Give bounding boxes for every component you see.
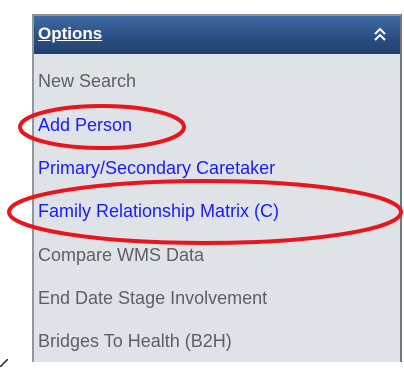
menu-item-family-relationship-matrix[interactable]: Family Relationship Matrix (C)	[38, 200, 279, 222]
menu-item-add-person[interactable]: Add Person	[38, 114, 132, 136]
menu-item-compare-wms-data: Compare WMS Data	[38, 245, 205, 265]
menu-item-primary-secondary-caretaker[interactable]: Primary/Secondary Caretaker	[38, 157, 275, 179]
menu-item-new-search: New Search	[38, 71, 137, 91]
options-panel: Options New Search Add Person Primary/Se…	[32, 14, 402, 362]
menu-item-end-date-stage-involvement: End Date Stage Involvement	[38, 288, 268, 308]
corner-mark	[0, 354, 9, 368]
options-panel-title[interactable]: Options	[38, 24, 102, 44]
menu-item-bridges-to-health: Bridges To Health (B2H)	[38, 331, 232, 351]
options-panel-header[interactable]: Options	[34, 16, 400, 54]
double-chevron-up-icon[interactable]	[372, 25, 388, 43]
